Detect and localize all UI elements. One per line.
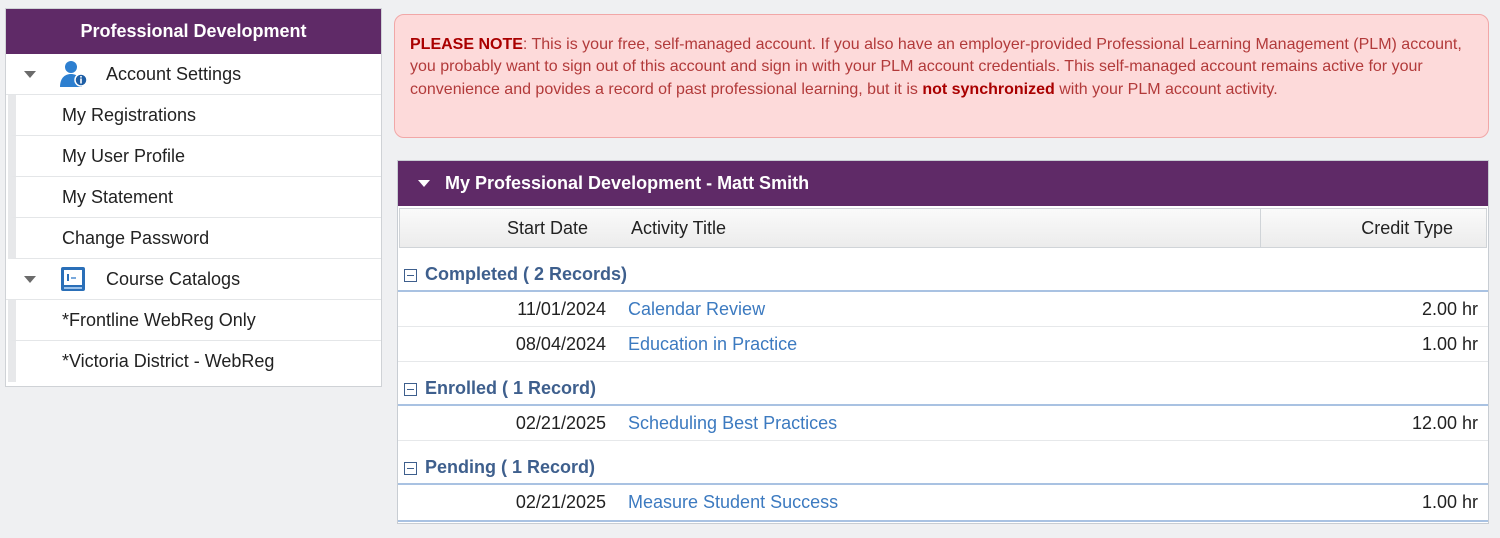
collapse-minus-icon[interactable] xyxy=(404,269,417,282)
credit-cell: 1.00 hr xyxy=(1421,492,1478,512)
table-row: 11/01/2024 Calendar Review 2.00 hr xyxy=(398,292,1488,327)
nav-group-account-settings[interactable]: Account Settings xyxy=(6,54,381,95)
column-header-credit-type[interactable]: Credit Type xyxy=(1260,209,1486,247)
collapse-caret-icon[interactable] xyxy=(24,275,36,283)
collapse-caret-icon[interactable] xyxy=(24,70,36,78)
collapse-caret-icon[interactable] xyxy=(418,180,430,187)
start-date-cell: 11/01/2024 xyxy=(517,298,606,319)
panel-header[interactable]: My Professional Development - Matt Smith xyxy=(398,161,1488,206)
table-row: 02/21/2025 Scheduling Best Practices 12.… xyxy=(398,406,1488,441)
activity-title-link[interactable]: Education in Practice xyxy=(628,334,797,355)
group-label: Completed ( 2 Records) xyxy=(425,264,628,284)
sidebar-item-my-registrations[interactable]: My Registrations xyxy=(8,95,381,136)
sidebar-item-my-user-profile[interactable]: My User Profile xyxy=(8,136,381,177)
notice-emphasis: not synchronized xyxy=(922,80,1055,98)
notice-prefix: PLEASE NOTE xyxy=(410,36,523,53)
group-row-pending[interactable]: Pending ( 1 Record) xyxy=(398,441,1488,485)
table-header: Start Date Activity Title Credit Type xyxy=(399,208,1487,248)
sidebar-item-victoria-district-webreg[interactable]: *Victoria District - WebReg xyxy=(8,341,381,382)
column-header-start-date[interactable]: Start Date xyxy=(400,218,588,239)
sidebar-item-change-password[interactable]: Change Password xyxy=(8,218,381,259)
start-date-cell: 02/21/2025 xyxy=(515,492,606,512)
panel-title: My Professional Development - Matt Smith xyxy=(445,173,810,193)
collapse-minus-icon[interactable] xyxy=(404,462,417,475)
nav-group-course-catalogs[interactable]: Course Catalogs xyxy=(6,259,381,300)
catalog-book-icon xyxy=(58,265,88,293)
sidebar-item-my-statement[interactable]: My Statement xyxy=(8,177,381,218)
credit-cell: 12.00 hr xyxy=(1411,412,1478,433)
notice-text-2: with your PLM account activity. xyxy=(1054,80,1278,98)
activity-title-link[interactable]: Calendar Review xyxy=(628,299,765,320)
sidebar-item-frontline-webreg-only[interactable]: *Frontline WebReg Only xyxy=(8,300,381,341)
group-label: Enrolled ( 1 Record) xyxy=(425,378,597,398)
account-notice: PLEASE NOTE: This is your free, self-man… xyxy=(394,14,1489,138)
sidebar-title: Professional Development xyxy=(6,9,381,54)
table-bottom-rule xyxy=(398,520,1488,522)
start-date-cell: 02/21/2025 xyxy=(515,412,606,433)
column-header-label: Credit Type xyxy=(1361,217,1453,238)
user-info-icon xyxy=(58,60,88,88)
group-row-completed[interactable]: Completed ( 2 Records) xyxy=(398,248,1488,292)
group-label: Pending ( 1 Record) xyxy=(425,457,596,477)
collapse-minus-icon[interactable] xyxy=(404,383,417,396)
activity-title-link[interactable]: Scheduling Best Practices xyxy=(628,413,837,434)
column-header-activity-title[interactable]: Activity Title xyxy=(631,218,726,239)
nav-group-label: Account Settings xyxy=(106,63,242,84)
sidebar-nav: Professional Development Account Setting… xyxy=(5,8,382,387)
table-row: 08/04/2024 Education in Practice 1.00 hr xyxy=(398,327,1488,362)
start-date-cell: 08/04/2024 xyxy=(515,333,606,354)
nav-group-label: Course Catalogs xyxy=(106,268,241,289)
activity-title-link[interactable]: Measure Student Success xyxy=(628,492,838,513)
credit-cell: 1.00 hr xyxy=(1421,333,1478,354)
table-row: 02/21/2025 Measure Student Success 1.00 … xyxy=(398,485,1488,520)
pd-records-panel: My Professional Development - Matt Smith… xyxy=(397,160,1489,524)
group-row-enrolled[interactable]: Enrolled ( 1 Record) xyxy=(398,362,1488,406)
credit-cell: 2.00 hr xyxy=(1421,298,1478,319)
